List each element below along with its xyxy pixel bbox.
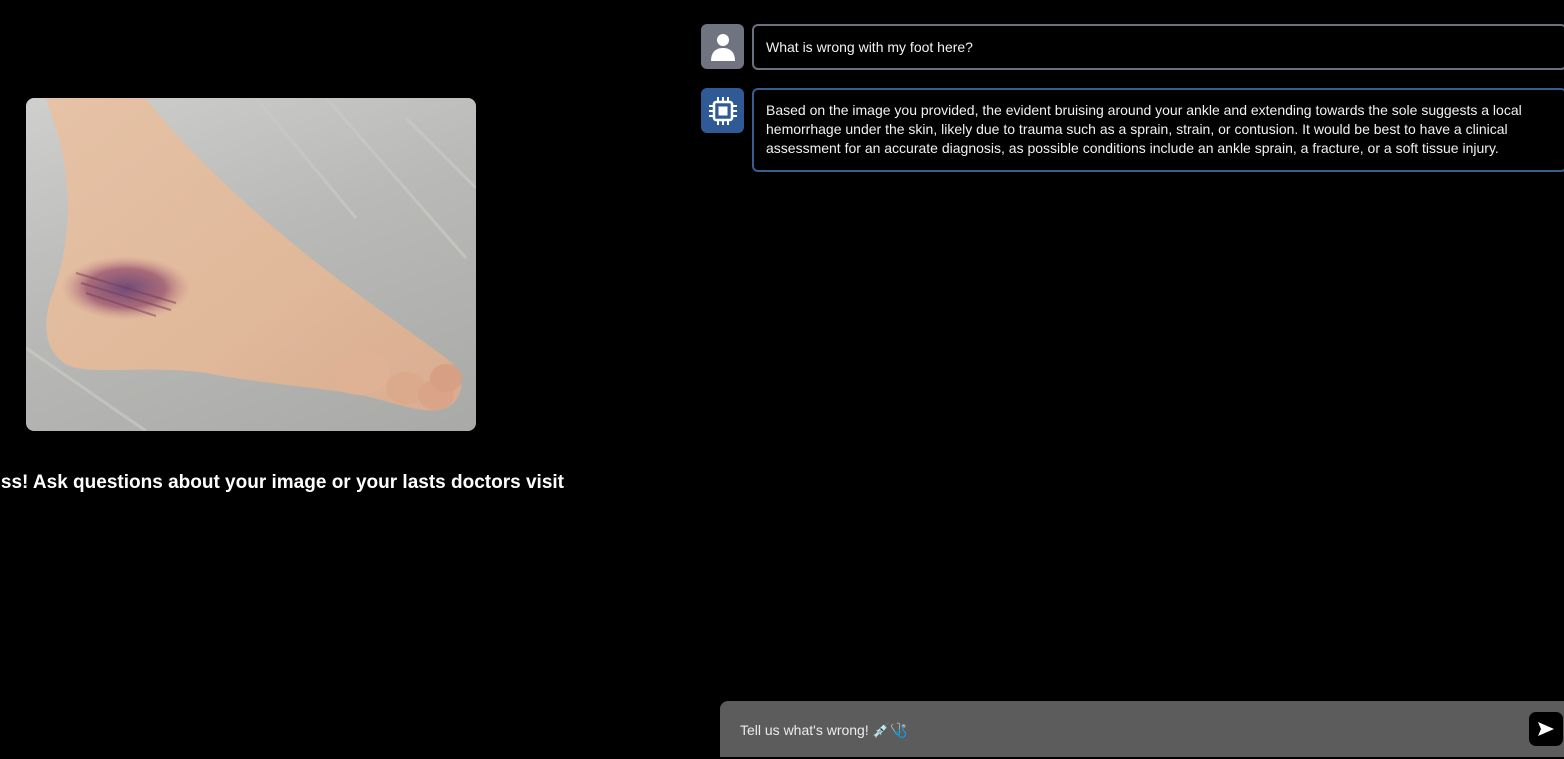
user-icon: [710, 33, 735, 61]
chat-message-assistant: Based on the image you provided, the evi…: [701, 88, 1564, 172]
assistant-avatar: [701, 88, 744, 133]
user-avatar: [701, 24, 744, 69]
instruction-heading: ss! Ask questions about your image or yo…: [0, 470, 700, 496]
chat-message-user: What is wrong with my foot here?: [701, 24, 1564, 70]
assistant-message-text: Based on the image you provided, the evi…: [766, 102, 1522, 156]
foot-photo-illustration: [26, 98, 476, 431]
chat-input-bar: [720, 701, 1564, 759]
send-icon: [1538, 722, 1554, 736]
assistant-message-bubble: Based on the image you provided, the evi…: [752, 88, 1564, 172]
user-message-bubble: What is wrong with my foot here?: [752, 24, 1564, 70]
uploaded-image: [26, 98, 476, 431]
instruction-text: ss! Ask questions about your image or yo…: [0, 472, 564, 493]
chip-icon: [708, 96, 737, 125]
send-button[interactable]: [1529, 712, 1563, 746]
chat-input[interactable]: [738, 701, 1522, 759]
user-message-text: What is wrong with my foot here?: [766, 39, 973, 55]
